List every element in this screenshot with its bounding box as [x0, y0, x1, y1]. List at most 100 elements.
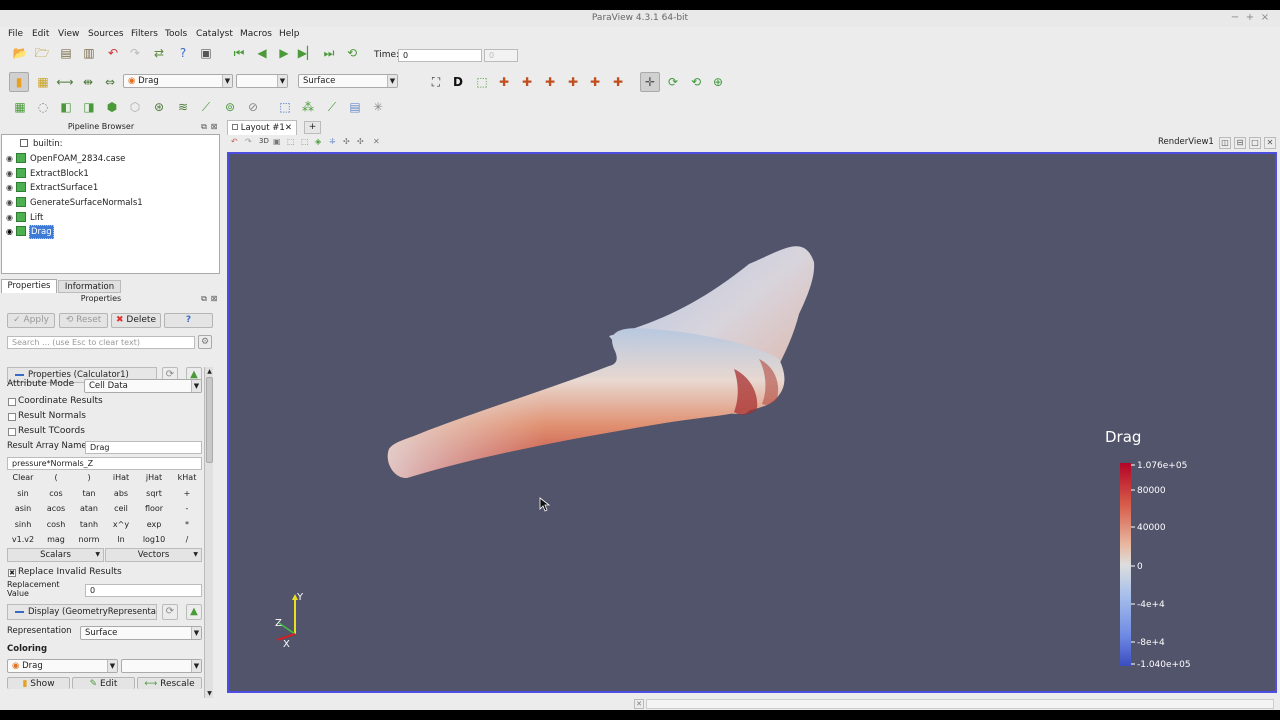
calc-key[interactable]: log10	[138, 533, 170, 546]
contour-icon[interactable]: ◌	[35, 99, 51, 115]
reset-button[interactable]: ⟲ Reset	[59, 313, 108, 328]
undo-icon[interactable]: ↶	[105, 45, 121, 61]
delete-button[interactable]: ✖ Delete	[111, 313, 161, 328]
rescale-data-icon[interactable]: ⟷	[56, 74, 73, 90]
calc-key[interactable]: /	[171, 533, 203, 546]
rescale-button[interactable]: ⟷ Rescale	[137, 677, 202, 689]
menu-edit[interactable]: Edit	[32, 29, 49, 39]
menu-filters[interactable]: Filters	[131, 29, 158, 39]
eye-icon[interactable]: ◉	[6, 181, 16, 195]
edit-colormap-icon[interactable]: ▦	[35, 74, 51, 90]
pipeline-item-extractblock1[interactable]: ◉ ExtractBlock1	[6, 167, 90, 181]
zoom-to-data-icon[interactable]: D	[450, 74, 466, 90]
properties-scrollbar[interactable]: ▲ ▼	[204, 367, 213, 700]
calc-key[interactable]: exp	[138, 518, 170, 531]
calc-key[interactable]: )	[73, 471, 105, 484]
calc-key[interactable]: floor	[138, 502, 170, 515]
calc-key[interactable]: abs	[105, 487, 137, 500]
calc-key[interactable]: tanh	[73, 518, 105, 531]
grow-selection-icon[interactable]: ✣	[357, 137, 364, 146]
scroll-down-icon[interactable]: ▼	[206, 689, 213, 698]
float-icon[interactable]: ⧉	[199, 294, 209, 304]
menu-tools[interactable]: Tools	[165, 29, 187, 39]
pipeline-item-generatesurfacenormals1[interactable]: ◉ GenerateSurfaceNormals1	[6, 196, 144, 210]
calc-key[interactable]: norm	[73, 533, 105, 546]
replace-invalid-checkbox[interactable]: ✖	[8, 569, 16, 577]
threshold-icon[interactable]: ⬢	[104, 99, 120, 115]
menu-catalyst[interactable]: Catalyst	[196, 29, 233, 39]
eye-icon[interactable]: ◉	[6, 152, 16, 166]
clear-selection-icon[interactable]: ✳	[370, 99, 386, 115]
close-panel-icon[interactable]: ⊠	[209, 122, 219, 132]
calc-key[interactable]: sqrt	[138, 487, 170, 500]
next-frame-icon[interactable]: ▶▏	[298, 45, 316, 61]
close-button[interactable]: ×	[1258, 12, 1272, 23]
calc-key[interactable]: acos	[40, 502, 72, 515]
glyph-icon[interactable]: ⊛	[151, 99, 167, 115]
pipeline-item-drag[interactable]: ◉ Drag	[6, 225, 54, 239]
calc-key[interactable]: sinh	[7, 518, 39, 531]
vectors-dropdown[interactable]: Vectors ▼	[105, 548, 202, 562]
show-center-toggle[interactable]: ✛	[640, 72, 660, 92]
result-normals-checkbox[interactable]	[8, 413, 16, 421]
calc-key[interactable]: Clear	[7, 471, 39, 484]
save-state-icon[interactable]: ▥	[81, 45, 97, 61]
float-icon[interactable]: ⧉	[199, 122, 209, 132]
pipeline-item-extractsurface1[interactable]: ◉ ExtractSurface1	[6, 181, 99, 195]
select-cells-through-icon[interactable]: ⟋	[324, 99, 340, 115]
select-block-icon[interactable]: ▤	[347, 99, 363, 115]
group-datasets-icon[interactable]: ⊚	[222, 99, 238, 115]
extract-subset-icon[interactable]: ⬡	[127, 99, 143, 115]
help-icon[interactable]: ?	[175, 45, 191, 61]
view-plus-y-icon[interactable]: ✚	[542, 74, 558, 90]
calc-key[interactable]: cos	[40, 487, 72, 500]
select-points-icon[interactable]: ⬚	[301, 137, 309, 146]
calc-key[interactable]: -	[171, 502, 203, 515]
clip-icon[interactable]: ◧	[58, 99, 74, 115]
menu-macros[interactable]: Macros	[240, 29, 272, 39]
play-icon[interactable]: ▶	[276, 45, 292, 61]
expression-input[interactable]: pressure*Normals_Z	[7, 457, 202, 470]
shrink-selection-icon[interactable]: ✕	[373, 137, 380, 146]
stream-tracer-icon[interactable]: ≋	[175, 99, 191, 115]
split-horizontal-icon[interactable]: ◫	[1219, 137, 1231, 149]
maximize-button[interactable]: +	[1243, 12, 1257, 23]
scalars-dropdown[interactable]: Scalars ▼	[7, 548, 104, 562]
edit-colormap-button[interactable]: ✎ Edit	[72, 677, 135, 689]
calc-key[interactable]: sin	[7, 487, 39, 500]
time-input[interactable]: 0	[398, 49, 482, 62]
color-legend-toggle[interactable]: ▮	[9, 72, 29, 92]
recent-files-icon[interactable]: 🗁	[34, 45, 50, 61]
stop-icon[interactable]: ✕	[634, 699, 644, 709]
calc-key[interactable]: (	[40, 471, 72, 484]
calc-key[interactable]: asin	[7, 502, 39, 515]
eye-icon[interactable]: ◉	[6, 196, 16, 210]
last-frame-icon[interactable]: ⏭	[321, 45, 337, 61]
representation-combo[interactable]: Surface ▼	[80, 626, 202, 640]
select-points-on-icon[interactable]: ⁂	[300, 99, 316, 115]
calc-key[interactable]: kHat	[171, 471, 203, 484]
toggle-3d-icon[interactable]: 3D	[259, 137, 269, 145]
print-icon[interactable]: ▣	[198, 45, 214, 61]
slice-icon[interactable]: ◨	[81, 99, 97, 115]
select-frustum-icon[interactable]: ◈	[315, 137, 321, 146]
pick-center-icon[interactable]: ⊕	[710, 74, 726, 90]
calc-key[interactable]: tan	[73, 487, 105, 500]
eye-icon[interactable]: ◉	[6, 167, 16, 181]
select-cells-on-icon[interactable]: ⬚	[277, 99, 293, 115]
select-surface-icon[interactable]: ⬚	[287, 137, 295, 146]
calc-key[interactable]: cosh	[40, 518, 72, 531]
view-plus-x-icon[interactable]: ✚	[496, 74, 512, 90]
time-step-spinbox[interactable]: 0	[484, 49, 518, 62]
view-minus-x-icon[interactable]: ✚	[519, 74, 535, 90]
reload-icon[interactable]: ⟳	[162, 604, 178, 620]
scrollbar-thumb[interactable]	[206, 377, 213, 463]
loop-icon[interactable]: ⟲	[344, 45, 360, 61]
pipeline-item-lift[interactable]: ◉ Lift	[6, 211, 44, 225]
tab-properties[interactable]: Properties	[1, 279, 57, 293]
calc-key[interactable]: +	[171, 487, 203, 500]
close-tab-icon[interactable]: ✕	[285, 121, 292, 135]
first-frame-icon[interactable]: ⏮	[231, 45, 247, 61]
load-state-icon[interactable]: ▤	[58, 45, 74, 61]
component-combo[interactable]: ▼	[236, 74, 288, 88]
